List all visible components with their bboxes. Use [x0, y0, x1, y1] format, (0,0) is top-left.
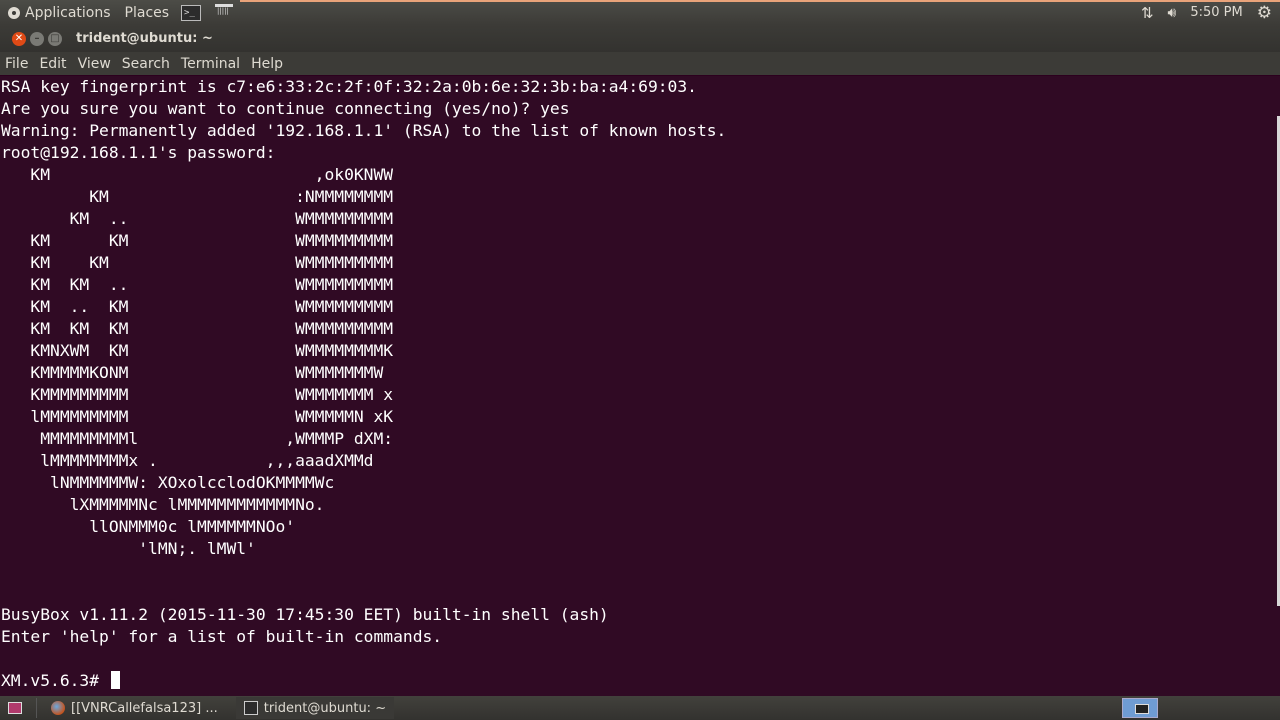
menu-bar: File Edit View Search Terminal Help	[0, 52, 1280, 75]
volume-icon[interactable]: 🔊︎	[1168, 5, 1177, 21]
terminal-line: KM .. KM WMMMMMMMMM	[1, 297, 394, 316]
task-terminal[interactable]: trident@ubuntu: ~	[235, 697, 395, 719]
terminal-line: KM KM KM WMMMMMMMMM	[1, 319, 394, 338]
terminal-prompt-line[interactable]: XM.v5.6.3#	[0, 670, 1280, 692]
terminal-launcher[interactable]: >_	[181, 0, 202, 25]
menu-help[interactable]: Help	[246, 56, 289, 72]
settings-gear-icon[interactable]: ⚙	[1257, 3, 1272, 23]
terminal-line: root@192.168.1.1's password:	[1, 143, 276, 162]
terminal-line: lMMMMMMMMM WMMMMMN xK	[1, 407, 394, 426]
terminal-line: BusyBox v1.11.2 (2015-11-30 17:45:30 EET…	[1, 605, 609, 624]
panel-separator	[36, 698, 37, 718]
gear-icon	[8, 6, 20, 19]
terminal-line: 'lMN;. lMWl'	[1, 539, 256, 558]
places-label: Places	[124, 4, 170, 21]
terminal-line: RSA key fingerprint is c7:e6:33:2c:2f:0f…	[1, 77, 697, 96]
close-icon[interactable]: ✕	[12, 31, 26, 46]
terminal-output[interactable]: RSA key fingerprint is c7:e6:33:2c:2f:0f…	[0, 76, 1280, 696]
minimize-icon[interactable]: –	[30, 31, 44, 46]
document-icon	[215, 4, 234, 21]
terminal-line: lNMMMMMMW: XOxolcclodOKMMMMWc	[1, 473, 335, 492]
terminal-line: KM ,ok0KNWW	[1, 165, 394, 184]
terminal-line: KM KM WMMMMMMMMM	[1, 253, 394, 272]
task-label: trident@ubuntu: ~	[263, 700, 387, 716]
menu-view[interactable]: View	[73, 56, 117, 72]
terminal-line: Warning: Permanently added '192.168.1.1'…	[1, 121, 727, 140]
menu-edit[interactable]: Edit	[34, 56, 72, 72]
terminal-prompt: XM.v5.6.3#	[1, 671, 100, 690]
show-desktop-icon[interactable]	[8, 702, 22, 714]
terminal-cursor	[110, 671, 120, 689]
applications-menu[interactable]: Applications	[8, 0, 111, 25]
firefox-icon	[51, 701, 65, 715]
terminal-icon	[243, 701, 258, 715]
terminal-line: lXMMMMMNc lMMMMMMMMMMMMNo.	[1, 495, 325, 514]
task-browser[interactable]: [[VNRCallefalsa123] ...	[43, 697, 226, 719]
network-icon[interactable]: ⇅	[1141, 4, 1154, 22]
terminal-line: KM KM WMMMMMMMMM	[1, 231, 394, 250]
terminal-line: KMMMMMKONM WMMMMMMMW	[1, 363, 384, 382]
bottom-panel: [[VNRCallefalsa123] ... trident@ubuntu: …	[0, 696, 1280, 720]
window-titlebar[interactable]: ✕ – □ trident@ubuntu: ~	[0, 25, 1280, 52]
terminal-line: KM .. WMMMMMMMMM	[1, 209, 394, 228]
terminal-icon: >_	[181, 4, 202, 21]
terminal-line: KMNXWM KM WMMMMMMMMK	[1, 341, 394, 360]
places-menu[interactable]: Places	[125, 0, 170, 25]
menu-search[interactable]: Search	[117, 56, 176, 72]
panel-accent-bar	[240, 0, 1280, 2]
menu-terminal[interactable]: Terminal	[176, 56, 246, 72]
menu-file[interactable]: File	[0, 56, 34, 72]
system-tray: ⇅ 🔊︎ 5:50 PM ⚙	[1141, 0, 1280, 25]
clock[interactable]: 5:50 PM	[1190, 5, 1242, 20]
terminal-line: MMMMMMMMMl ,WMMMP dXM:	[1, 429, 394, 448]
maximize-icon[interactable]: □	[48, 31, 62, 46]
applications-label: Applications	[25, 4, 111, 21]
document-launcher[interactable]	[215, 0, 234, 25]
terminal-line: KMMMMMMMMM WMMMMMMM x	[1, 385, 394, 404]
top-panel: Applications Places >_ ⇅ 🔊︎ 5:50 PM ⚙	[0, 0, 1280, 25]
terminal-line: KM :NMMMMMMMM	[1, 187, 394, 206]
workspace-switcher[interactable]	[1122, 698, 1158, 718]
terminal-line: llONMMM0c lMMMMMMNOo'	[1, 517, 296, 536]
terminal-line: lMMMMMMMMx . ,,,aaadXMMd	[1, 451, 374, 470]
terminal-line: Enter 'help' for a list of built-in comm…	[1, 627, 443, 646]
terminal-line: Are you sure you want to continue connec…	[1, 99, 570, 118]
window-title: trident@ubuntu: ~	[76, 31, 213, 46]
terminal-line: KM KM .. WMMMMMMMMM	[1, 275, 394, 294]
task-label: [[VNRCallefalsa123] ...	[71, 700, 218, 716]
